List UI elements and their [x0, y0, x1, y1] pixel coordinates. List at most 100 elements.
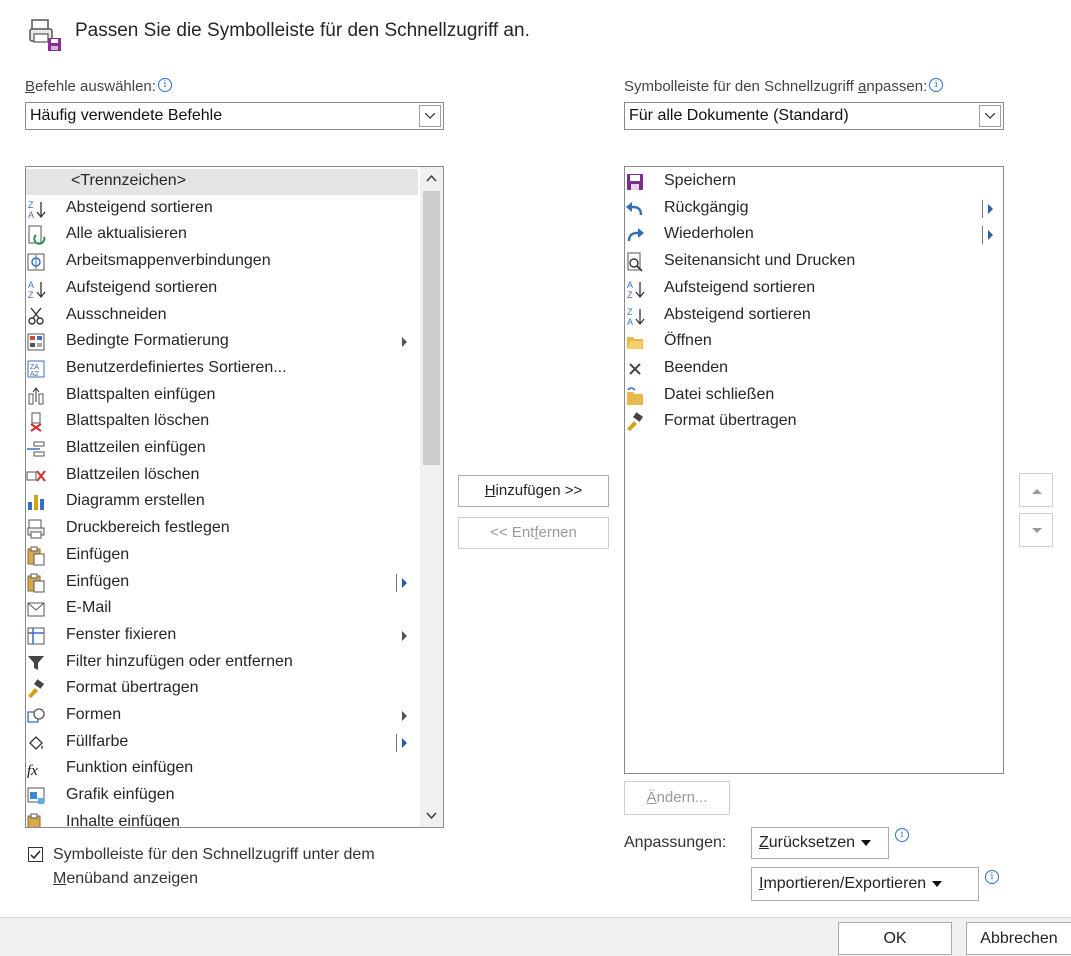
- list-item-label: Diagramm erstellen: [66, 492, 205, 510]
- remove-button[interactable]: << Entfernen: [458, 517, 609, 549]
- shapes-icon: [26, 706, 46, 726]
- chevron-down-icon[interactable]: [419, 105, 441, 127]
- svg-text:Z: Z: [28, 290, 34, 299]
- freeze-panes-icon: [26, 626, 46, 646]
- list-item-label: Alle aktualisieren: [66, 225, 187, 243]
- import-export-dropdown-button[interactable]: Importieren/Exportieren: [751, 867, 979, 901]
- add-button[interactable]: Hinzufügen >>: [458, 475, 609, 507]
- list-item-label: Bedingte Formatierung: [66, 332, 229, 350]
- choose-commands-accesskey: B: [25, 78, 36, 95]
- list-item[interactable]: Beenden: [625, 356, 1003, 382]
- delete-rows-icon: [26, 466, 46, 486]
- list-item[interactable]: Arbeitsmappenverbindungen: [26, 249, 418, 275]
- list-item[interactable]: Druckbereich festlegen: [26, 516, 418, 542]
- list-item[interactable]: <Trennzeichen>: [26, 169, 418, 195]
- format-painter-icon: [26, 679, 46, 699]
- list-item-label: Einfügen: [66, 545, 130, 563]
- list-item[interactable]: Blattzeilen löschen: [26, 463, 418, 489]
- list-item-label: Grafik einfügen: [66, 786, 175, 804]
- submenu-arrow-icon[interactable]: [402, 337, 407, 348]
- svg-text:A: A: [28, 280, 34, 290]
- reset-dropdown-button[interactable]: Zurücksetzen: [751, 827, 889, 859]
- info-icon[interactable]: i: [157, 78, 172, 92]
- info-icon[interactable]: i: [895, 828, 909, 842]
- list-item[interactable]: Diagramm erstellen: [26, 489, 418, 515]
- submenu-arrow-icon[interactable]: [402, 711, 407, 721]
- split-divider: [982, 226, 983, 245]
- scroll-down-arrow[interactable]: [420, 805, 443, 827]
- list-item[interactable]: Format übertragen: [26, 676, 418, 702]
- list-item[interactable]: A Z Aufsteigend sortieren: [625, 276, 1003, 302]
- move-down-button[interactable]: [1019, 513, 1053, 547]
- list-item[interactable]: Format übertragen: [625, 409, 1003, 435]
- list-item[interactable]: Speichern: [625, 169, 1003, 195]
- scrollbar-thumb[interactable]: [423, 191, 440, 465]
- list-item[interactable]: Blattspalten einfügen: [26, 383, 418, 409]
- sort-ascending-icon: AZ: [26, 279, 46, 300]
- submenu-arrow-icon[interactable]: [988, 203, 993, 214]
- submenu-arrow-icon[interactable]: [988, 230, 993, 241]
- list-item-label: Formen: [66, 706, 122, 723]
- modify-button-label: ndern...: [656, 789, 708, 806]
- list-item[interactable]: Seitenansicht und Drucken: [625, 249, 1003, 275]
- list-item[interactable]: ZA AZ Benutzerdefiniertes Sortieren...: [26, 356, 418, 382]
- print-area-icon: [26, 519, 46, 539]
- list-item[interactable]: Grafik einfügen: [26, 783, 418, 809]
- list-item[interactable]: Wiederholen: [625, 222, 1003, 248]
- list-item[interactable]: Einfügen: [26, 543, 418, 569]
- list-item-label: Füllfarbe: [66, 732, 129, 750]
- list-item-label: Öffnen: [664, 332, 712, 350]
- info-icon[interactable]: i: [985, 870, 999, 884]
- list-item-label: Aufsteigend sortieren: [66, 278, 218, 296]
- list-item[interactable]: Füllfarbe: [26, 730, 418, 756]
- list-item[interactable]: Alle aktualisieren: [26, 222, 418, 248]
- list-item[interactable]: Rückgängig: [625, 196, 1003, 222]
- list-item-label: Blattspalten löschen: [66, 412, 210, 430]
- email-icon: [26, 599, 46, 619]
- list-item[interactable]: Blattzeilen einfügen: [26, 436, 418, 462]
- choose-commands-label: Befehle auswählen: i: [25, 78, 172, 95]
- list-item[interactable]: Einfügen: [26, 570, 418, 596]
- svg-text:AZ: AZ: [30, 371, 40, 378]
- quick-access-toolbar-list[interactable]: Speichern Rückgängig Wiederholen Seitenansi…: [624, 166, 1004, 774]
- show-below-ribbon-checkbox[interactable]: [28, 847, 43, 862]
- customize-toolbar-dropdown[interactable]: Für alle Dokumente (Standard): [624, 102, 1004, 130]
- svg-text:Z: Z: [627, 290, 633, 299]
- list-item[interactable]: Formen: [26, 703, 418, 729]
- list-item-label: Rückgängig: [664, 198, 749, 216]
- list-item[interactable]: E-Mail: [26, 596, 418, 622]
- list-item-label: Aufsteigend sortieren: [664, 278, 816, 296]
- list-item[interactable]: Inhalte einfügen: [26, 810, 418, 828]
- info-icon[interactable]: i: [929, 78, 944, 92]
- modify-button[interactable]: Ändern...: [624, 781, 730, 815]
- submenu-arrow-icon[interactable]: [402, 737, 407, 748]
- list-item[interactable]: Z A Absteigend sortieren: [625, 303, 1003, 329]
- list-item[interactable]: fx Funktion einfügen: [26, 756, 418, 782]
- ok-button[interactable]: OK: [838, 922, 952, 955]
- submenu-arrow-icon[interactable]: [402, 630, 407, 641]
- list-item[interactable]: Datei schließen: [625, 383, 1003, 409]
- list-item[interactable]: Öffnen: [625, 329, 1003, 355]
- insert-columns-icon: [26, 386, 46, 406]
- ribbon-accesskey: M: [53, 870, 67, 887]
- list-item[interactable]: Filter hinzufügen oder entfernen: [26, 650, 418, 676]
- chevron-down-icon[interactable]: [979, 105, 1001, 127]
- add-accesskey: H: [484, 482, 496, 499]
- list-item[interactable]: A Z Aufsteigend sortieren: [26, 276, 418, 302]
- scroll-up-arrow[interactable]: [420, 167, 443, 189]
- show-below-ribbon-label-line1: Symbolleiste für den Schnellzugriff unte…: [53, 846, 375, 863]
- list-item-label: Inhalte einfügen: [66, 812, 180, 828]
- cancel-button[interactable]: Abbrechen: [966, 922, 1071, 955]
- move-up-button[interactable]: [1019, 473, 1053, 507]
- vertical-scrollbar[interactable]: [420, 167, 443, 827]
- close-x-icon: [625, 359, 645, 379]
- choose-commands-dropdown[interactable]: Häufig verwendete Befehle: [25, 102, 444, 130]
- list-item[interactable]: Bedingte Formatierung: [26, 329, 418, 355]
- list-item[interactable]: Ausschneiden: [26, 303, 418, 329]
- list-item[interactable]: Fenster fixieren: [26, 623, 418, 649]
- list-item-label: Blattspalten einfügen: [66, 385, 216, 403]
- list-item[interactable]: Blattspalten löschen: [26, 409, 418, 435]
- list-item[interactable]: Z A Absteigend sortieren: [26, 196, 418, 222]
- available-commands-list[interactable]: <Trennzeichen> Z A Absteigend sortieren Alle…: [25, 166, 444, 828]
- submenu-arrow-icon[interactable]: [402, 577, 407, 588]
